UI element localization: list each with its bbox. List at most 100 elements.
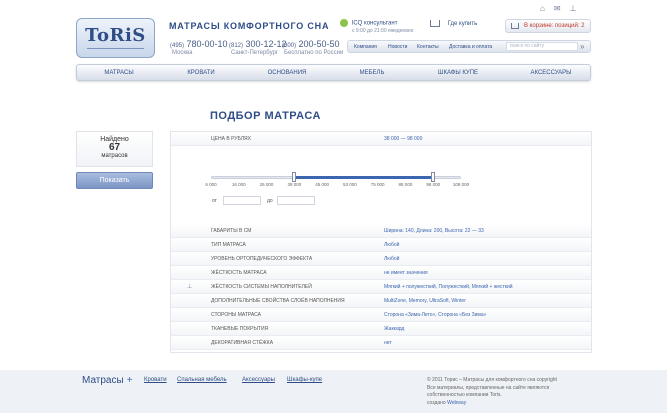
- made-by-label: создано: [427, 399, 446, 406]
- filter-value[interactable]: Сторона «Зима-Лето», Сторона «Без Зима»: [384, 312, 486, 318]
- top-utility-icons: ⌂✉⊥: [540, 4, 586, 13]
- filter-label: ЦЕНА В РУБЛЯХ: [211, 136, 252, 142]
- filter-row-filler-firmness: ⊥ ЖЁСТКОСТЬ СИСТЕМЫ НАПОЛНИТЕЛЕЙ Мягкий …: [171, 280, 591, 294]
- filter-row-stitching: ДЕКОРАТИВНАЯ СТЁЖКА нет: [171, 336, 591, 350]
- phone-city: Бесплатно по России: [284, 50, 344, 56]
- topnav-item-company[interactable]: Компания: [354, 44, 377, 50]
- page-title: ПОДБОР МАТРАСА: [210, 110, 321, 122]
- filter-label: ЖЁСТКОСТЬ МАТРАСА: [211, 270, 267, 276]
- maker-link[interactable]: Webway: [447, 400, 466, 406]
- filter-label: ДЕКОРАТИВНАЯ СТЁЖКА: [211, 340, 274, 346]
- made-by: создано Webway: [427, 400, 577, 408]
- search-go-icon[interactable]: »: [580, 42, 584, 51]
- filter-value[interactable]: нет: [384, 340, 392, 346]
- plus-icon: +: [126, 375, 133, 386]
- filter-row-sides: СТОРОНЫ МАТРАСА Сторона «Зима-Лето», Сто…: [171, 308, 591, 322]
- footer-brand[interactable]: Матрасы +: [82, 375, 133, 386]
- site-logo[interactable]: ToRiS: [76, 18, 155, 58]
- category-nav: МАТРАСЫ КРОВАТИ ОСНОВАНИЯ МЕБЕЛЬ ШКАФЫ К…: [76, 64, 591, 81]
- slider-tick-label: 53 000: [342, 182, 357, 187]
- where-to-buy-label: Где купить: [447, 21, 478, 28]
- cart-button[interactable]: В корзине: позиций: 2: [505, 19, 591, 33]
- phone-moscow: (495) 780-00-10 Москва: [170, 39, 228, 56]
- icq-flower-icon: [340, 19, 348, 27]
- filter-row-firmness: ЖЁСТКОСТЬ МАТРАСА не имеет значения: [171, 266, 591, 280]
- rights-text: Все материалы, представленные на сайте я…: [427, 384, 550, 399]
- filter-value[interactable]: Жаккард: [384, 326, 404, 332]
- phone-number: 780-00-10: [186, 39, 228, 49]
- slider-tick-label: 98 000: [426, 182, 441, 187]
- catnav-item-wardrobes[interactable]: ШКАФЫ КУПЕ: [423, 70, 493, 76]
- slider-selected-range: [294, 176, 434, 179]
- filter-row-price: ЦЕНА В РУБЛЯХ 38 000 — 98 000: [171, 132, 591, 146]
- footer-link-bedroom[interactable]: Спальная мебель: [177, 377, 227, 383]
- catnav-item-furniture[interactable]: МЕБЕЛЬ: [337, 70, 407, 76]
- footer-brand-label: Матрасы: [82, 375, 124, 386]
- slider-tick-label: 26 000: [259, 182, 274, 187]
- slider-ticks: 6 000 16 000 26 000 38 000 45 000 53 000 75 00…: [205, 182, 469, 190]
- phone-code: (495): [170, 43, 185, 49]
- filter-value[interactable]: не имеет значения: [384, 270, 428, 276]
- logo-underline: [87, 48, 144, 49]
- footer-link-accessories[interactable]: Аксессуары: [242, 377, 275, 383]
- catnav-item-accessories[interactable]: АКСЕССУАРЫ: [516, 70, 586, 76]
- filter-row-fabric: ТКАНЕВЫЕ ПОКРЫТИЯ Жаккард: [171, 322, 591, 336]
- results-count-box: Найдено 67 матрасов: [76, 131, 153, 167]
- slider-tick-label: 16 000: [231, 182, 246, 187]
- info-icon[interactable]: ⊥: [187, 283, 192, 290]
- footer-link-wardrobes[interactable]: Шкафы-купе: [287, 377, 322, 383]
- topnav-item-news[interactable]: Новости: [388, 44, 407, 50]
- icq-consultant-link[interactable]: ICQ консультант с 9:00 до 21:00 ежедневн…: [340, 19, 413, 34]
- filter-label: ТКАНЕВЫЕ ПОКРЫТИЯ: [211, 326, 269, 332]
- found-unit: матрасов: [101, 153, 128, 159]
- filter-row-extra-properties: ДОПОЛНИТЕЛЬНЫЕ СВОЙСТВА СЛОЁВ НАПОЛНЕНИЯ…: [171, 294, 591, 308]
- home-icon[interactable]: ⌂: [540, 4, 554, 13]
- top-nav: Компания Новости Контакты Доставка и опл…: [347, 40, 591, 53]
- footer-copyright: © 2011 Торис – Матрасы для комфортного с…: [427, 377, 577, 407]
- catnav-item-mattresses[interactable]: МАТРАСЫ: [84, 70, 154, 76]
- filter-value[interactable]: Ширина: 140, Длина: 200, Высота: 22 — 33: [384, 228, 484, 234]
- phone-number: 300-12-12: [245, 39, 287, 49]
- filter-label: СТОРОНЫ МАТРАСА: [211, 312, 261, 318]
- sitemap-icon[interactable]: ⊥: [570, 4, 586, 13]
- cart-icon: [430, 20, 440, 27]
- consultant-label: ICQ консультант: [351, 20, 398, 27]
- catnav-item-beds[interactable]: КРОВАТИ: [166, 70, 236, 76]
- mail-icon[interactable]: ✉: [554, 4, 570, 13]
- copyright-text: © 2011 Торис – Матрасы для комфортного с…: [427, 377, 557, 383]
- cart-status: В корзине: позиций: 2: [524, 23, 585, 29]
- price-from-label: от: [212, 198, 217, 204]
- phone-code: (812): [229, 43, 244, 49]
- slider-tick-label: 45 000: [315, 182, 329, 187]
- slider-min-handle[interactable]: [292, 172, 297, 182]
- site-tagline: МАТРАСЫ КОМФОРТНОГО СНА: [169, 21, 330, 31]
- slider-max-handle[interactable]: [431, 172, 436, 182]
- filter-label: ЖЁСТКОСТЬ СИСТЕМЫ НАПОЛНИТЕЛЕЙ: [211, 284, 312, 290]
- filter-value[interactable]: Мягкий + полужесткий, Полужесткий, Мягки…: [384, 284, 513, 290]
- slider-tick-label: 6 000: [205, 182, 217, 187]
- footer-link-beds[interactable]: Кровати: [144, 377, 167, 383]
- phone-city: Санкт-Петербург: [231, 50, 279, 56]
- filter-row-type: ТИП МАТРАСА Любой: [171, 238, 591, 252]
- phone-spb: (812) 300-12-12 Санкт-Петербург: [229, 39, 287, 56]
- show-results-button[interactable]: Показать: [76, 172, 153, 189]
- phone-number: 200-50-50: [298, 39, 340, 49]
- price-from-input[interactable]: [223, 196, 261, 205]
- price-to-label: до: [267, 198, 273, 204]
- filter-value[interactable]: Любой: [384, 256, 399, 262]
- filter-row-dimensions: ГАБАРИТЫ В СМ Ширина: 140, Длина: 200, В…: [171, 224, 591, 238]
- filter-label: ТИП МАТРАСА: [211, 242, 246, 248]
- filter-value[interactable]: 38 000 — 98 000: [384, 136, 422, 142]
- where-to-buy-link[interactable]: Где купить: [430, 20, 477, 27]
- topnav-item-contacts[interactable]: Контакты: [417, 44, 439, 50]
- catnav-item-bases[interactable]: ОСНОВАНИЯ: [252, 70, 322, 76]
- search-input[interactable]: поиск по сайту: [506, 42, 578, 51]
- topnav-item-delivery[interactable]: Доставка и оплата: [449, 44, 492, 50]
- logo-text: ToRiS: [85, 25, 146, 46]
- filter-value[interactable]: MultiZone, Memory, UltraSoft, Winter: [384, 298, 466, 304]
- filter-value[interactable]: Любой: [384, 242, 399, 248]
- filter-label: ГАБАРИТЫ В СМ: [211, 228, 252, 234]
- page: ToRiS МАТРАСЫ КОМФОРТНОГО СНА (495) 780-…: [0, 0, 667, 413]
- price-to-input[interactable]: [277, 196, 315, 205]
- filter-table: ЦЕНА В РУБЛЯХ 38 000 — 98 000 6 000 16 00…: [170, 131, 592, 353]
